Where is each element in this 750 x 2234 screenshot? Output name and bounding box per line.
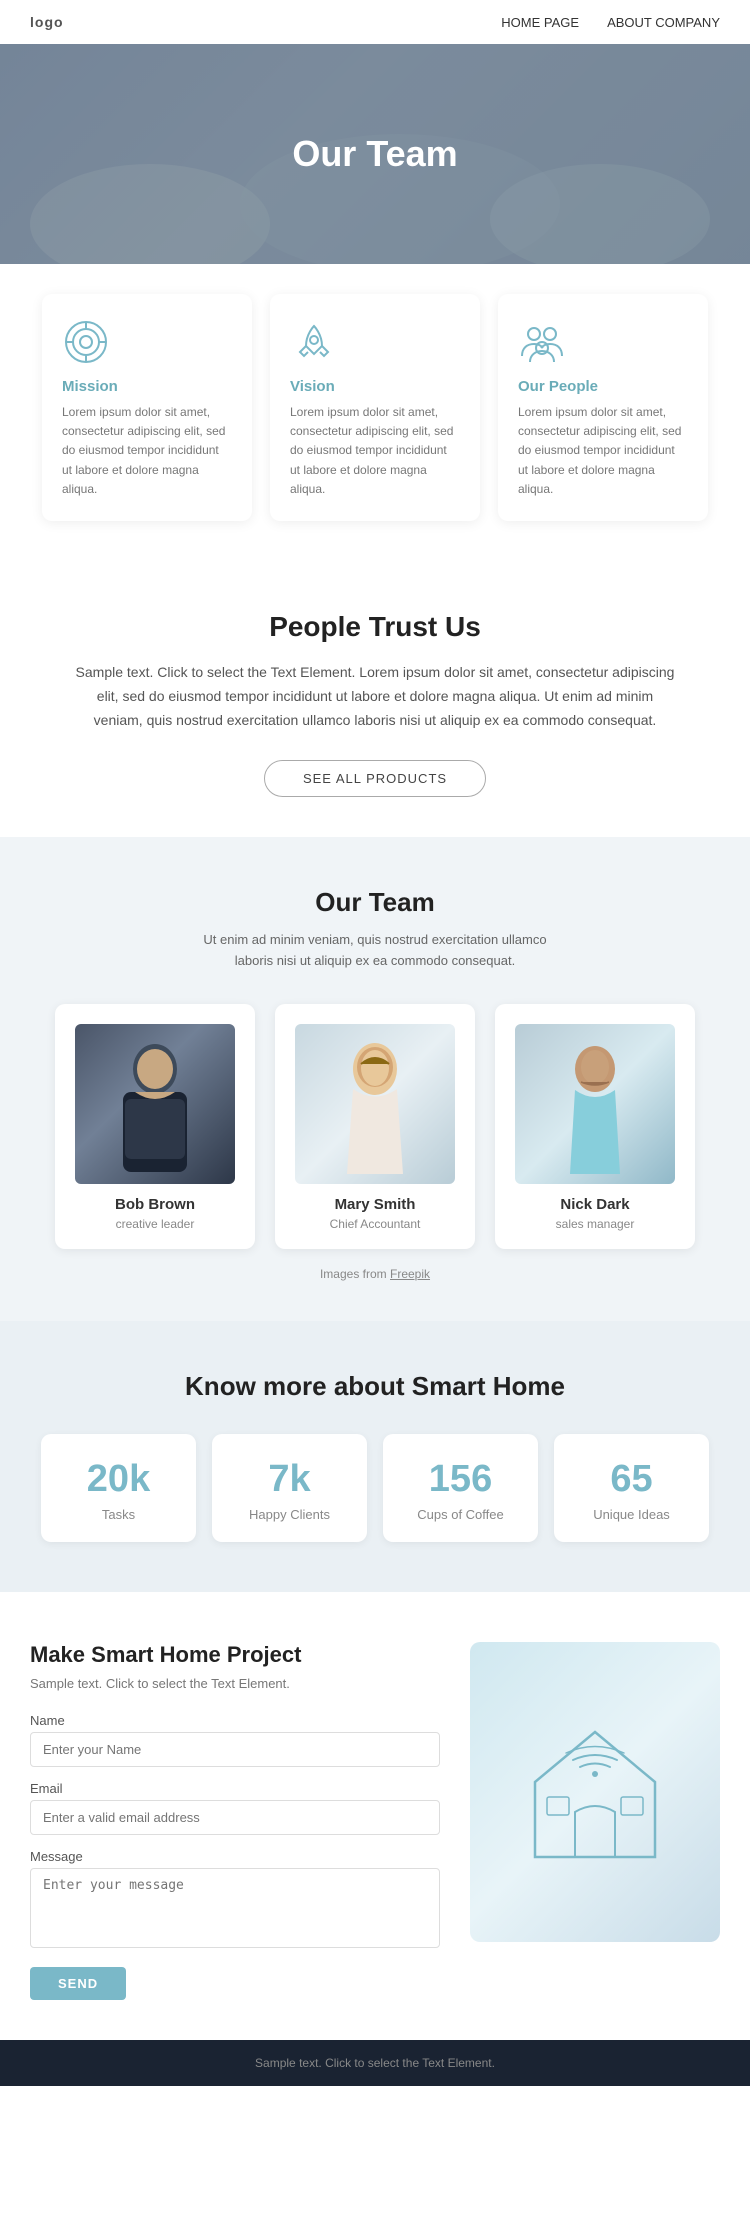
message-label: Message [30, 1849, 440, 1864]
stats-grid: 20k Tasks 7k Happy Clients 156 Cups of C… [30, 1434, 720, 1542]
team-photo-bob [75, 1024, 235, 1184]
features-grid: Mission Lorem ipsum dolor sit amet, cons… [30, 294, 720, 521]
trust-text: Sample text. Click to select the Text El… [75, 661, 675, 732]
team-member-nick-role: sales manager [513, 1217, 677, 1231]
stat-card-coffee: 156 Cups of Coffee [383, 1434, 538, 1542]
contact-form-container: Make Smart Home Project Sample text. Cli… [30, 1642, 440, 2000]
stat-label-clients: Happy Clients [228, 1507, 351, 1522]
stats-title: Know more about Smart Home [30, 1371, 720, 1402]
stat-label-ideas: Unique Ideas [570, 1507, 693, 1522]
feature-vision-title: Vision [290, 378, 460, 395]
trust-title: People Trust Us [60, 611, 690, 643]
stat-card-clients: 7k Happy Clients [212, 1434, 367, 1542]
nav-link-home[interactable]: HOME PAGE [501, 15, 579, 30]
team-section: Our Team Ut enim ad minim veniam, quis n… [0, 837, 750, 1321]
stats-section: Know more about Smart Home 20k Tasks 7k … [0, 1321, 750, 1592]
message-input[interactable] [30, 1868, 440, 1948]
smart-home-svg [495, 1692, 695, 1892]
team-photo-mary [295, 1024, 455, 1184]
stat-label-coffee: Cups of Coffee [399, 1507, 522, 1522]
form-group-email: Email [30, 1781, 440, 1835]
email-label: Email [30, 1781, 440, 1796]
hero-section: Our Team [0, 44, 750, 264]
stat-card-ideas: 65 Unique Ideas [554, 1434, 709, 1542]
trust-section: People Trust Us Sample text. Click to se… [0, 561, 750, 837]
contact-section: Make Smart Home Project Sample text. Cli… [0, 1592, 750, 2040]
team-photo-nick [515, 1024, 675, 1184]
smart-home-image [470, 1642, 720, 1942]
features-section: Mission Lorem ipsum dolor sit amet, cons… [0, 264, 750, 561]
nav-logo: logo [30, 14, 64, 30]
footer-text: Sample text. Click to select the Text El… [30, 2056, 720, 2070]
stat-number-coffee: 156 [399, 1458, 522, 1501]
feature-people-text: Lorem ipsum dolor sit amet, consectetur … [518, 403, 688, 499]
team-member-mary-role: Chief Accountant [293, 1217, 457, 1231]
feature-card-vision: Vision Lorem ipsum dolor sit amet, conse… [270, 294, 480, 521]
contact-title: Make Smart Home Project [30, 1642, 440, 1668]
name-label: Name [30, 1713, 440, 1728]
form-group-name: Name [30, 1713, 440, 1767]
nav-links: HOME PAGE ABOUT COMPANY [501, 15, 720, 30]
email-input[interactable] [30, 1800, 440, 1835]
stat-card-tasks: 20k Tasks [41, 1434, 196, 1542]
see-all-button[interactable]: SEE ALL PRODUCTS [264, 760, 486, 797]
stat-number-ideas: 65 [570, 1458, 693, 1501]
team-member-nick-name: Nick Dark [513, 1196, 677, 1213]
freepik-link[interactable]: Freepik [390, 1267, 430, 1281]
team-member-bob-role: creative leader [73, 1217, 237, 1231]
footer: Sample text. Click to select the Text El… [0, 2040, 750, 2086]
team-card-mary: Mary Smith Chief Accountant [275, 1004, 475, 1249]
contact-description: Sample text. Click to select the Text El… [30, 1676, 440, 1691]
form-group-message: Message [30, 1849, 440, 1953]
feature-mission-title: Mission [62, 378, 232, 395]
navigation: logo HOME PAGE ABOUT COMPANY [0, 0, 750, 44]
team-description: Ut enim ad minim veniam, quis nostrud ex… [185, 930, 565, 972]
team-card-nick: Nick Dark sales manager [495, 1004, 695, 1249]
stat-number-clients: 7k [228, 1458, 351, 1501]
hero-title: Our Team [292, 133, 457, 175]
feature-people-title: Our People [518, 378, 688, 395]
feature-mission-text: Lorem ipsum dolor sit amet, consectetur … [62, 403, 232, 499]
name-input[interactable] [30, 1732, 440, 1767]
feature-card-mission: Mission Lorem ipsum dolor sit amet, cons… [42, 294, 252, 521]
feature-vision-text: Lorem ipsum dolor sit amet, consectetur … [290, 403, 460, 499]
freepik-attribution: Images from Freepik [30, 1267, 720, 1281]
target-icon [62, 318, 110, 366]
send-button[interactable]: SEND [30, 1967, 126, 2000]
team-grid: Bob Brown creative leader Mary Smith Chi… [30, 1004, 720, 1249]
team-card-bob: Bob Brown creative leader [55, 1004, 255, 1249]
team-member-bob-name: Bob Brown [73, 1196, 237, 1213]
people-icon [518, 318, 566, 366]
stat-label-tasks: Tasks [57, 1507, 180, 1522]
stat-number-tasks: 20k [57, 1458, 180, 1501]
nav-link-about[interactable]: ABOUT COMPANY [607, 15, 720, 30]
team-section-title: Our Team [30, 887, 720, 918]
rocket-icon [290, 318, 338, 366]
feature-card-people: Our People Lorem ipsum dolor sit amet, c… [498, 294, 708, 521]
team-member-mary-name: Mary Smith [293, 1196, 457, 1213]
